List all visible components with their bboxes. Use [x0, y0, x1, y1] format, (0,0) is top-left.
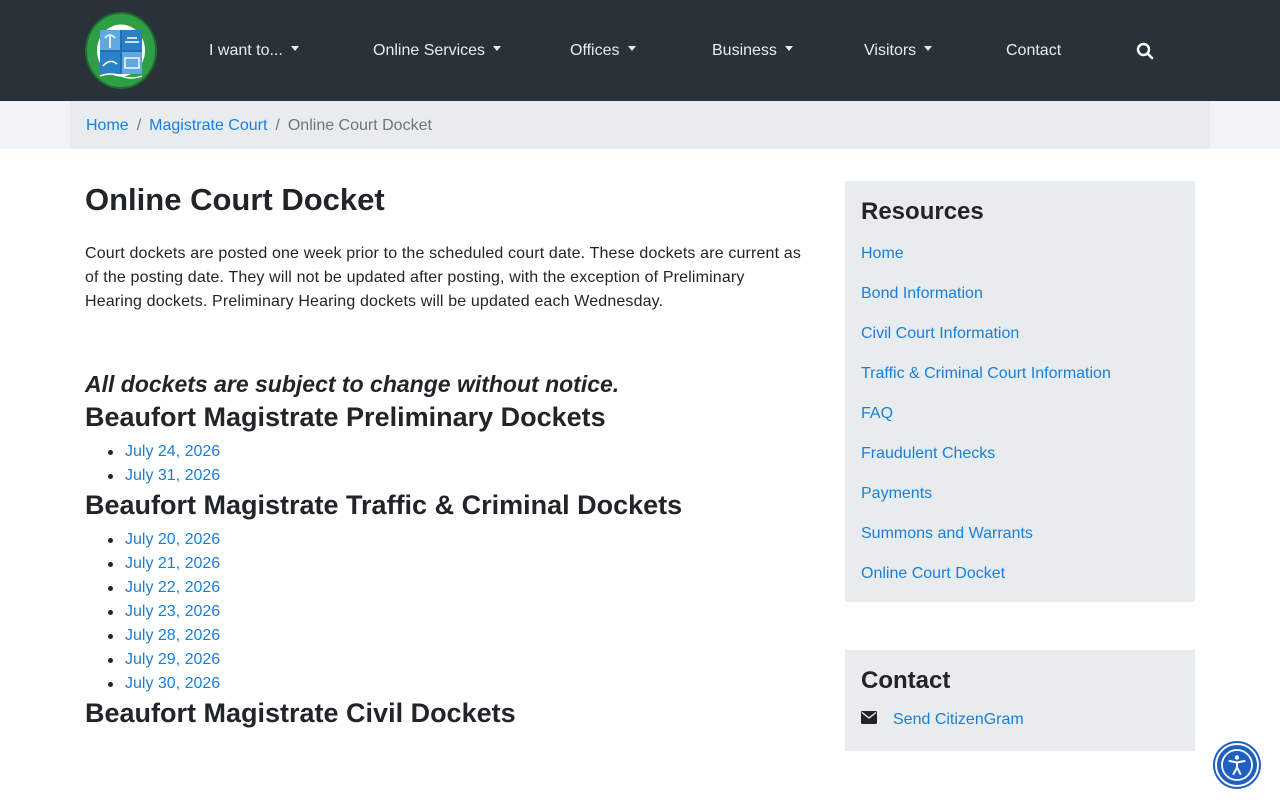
chevron-down-icon [784, 46, 793, 52]
docket-link[interactable]: July 20, 2026 [125, 531, 220, 548]
search-icon[interactable] [1136, 40, 1158, 62]
chevron-down-icon [290, 46, 299, 52]
send-citizengram-link[interactable]: Send CitizenGram [893, 708, 1024, 732]
contact-title: Contact [861, 667, 951, 694]
resource-link-summons-warrants[interactable]: Summons and Warrants [861, 514, 1179, 554]
nav-offices[interactable]: Offices [570, 40, 636, 62]
contact-row: Send CitizenGram [861, 708, 1179, 732]
breadcrumb-separator: / [136, 117, 142, 134]
chevron-down-icon [493, 46, 502, 52]
list-item: July 24, 2026 [85, 440, 805, 464]
section-heading-civil: Beaufort Magistrate Civil Dockets [85, 698, 516, 728]
docket-link[interactable]: July 22, 2026 [125, 579, 220, 596]
resource-link-payments[interactable]: Payments [861, 474, 1179, 514]
section-heading-preliminary: Beaufort Magistrate Preliminary Dockets [85, 402, 606, 432]
docket-link[interactable]: July 30, 2026 [125, 675, 220, 692]
preliminary-docket-list: July 24, 2026 July 31, 2026 [85, 440, 805, 488]
nav-i-want-to[interactable]: I want to... [209, 40, 299, 62]
traffic-criminal-docket-list: July 20, 2026 July 21, 2026 July 22, 202… [85, 528, 805, 696]
docket-link[interactable]: July 28, 2026 [125, 627, 220, 644]
resource-link-traffic-criminal[interactable]: Traffic & Criminal Court Information [861, 354, 1179, 394]
county-logo[interactable] [85, 12, 157, 89]
list-item: July 28, 2026 [85, 624, 805, 648]
resource-link-fraudulent-checks[interactable]: Fraudulent Checks [861, 434, 1179, 474]
breadcrumb-current: Online Court Docket [287, 117, 432, 134]
intro-paragraph: Court dockets are posted one week prior … [85, 245, 801, 310]
top-navbar: I want to... Online Services Offices Bus… [0, 0, 1280, 101]
resource-link-bond-information[interactable]: Bond Information [861, 274, 1179, 314]
list-item: July 29, 2026 [85, 648, 805, 672]
docket-link[interactable]: July 29, 2026 [125, 651, 220, 668]
resource-link-online-court-docket[interactable]: Online Court Docket [861, 554, 1179, 594]
resources-title: Resources [861, 198, 984, 225]
list-item: July 21, 2026 [85, 552, 805, 576]
nav-business[interactable]: Business [712, 40, 793, 62]
accessibility-icon [1221, 749, 1253, 781]
list-item: July 30, 2026 [85, 672, 805, 696]
resource-link-home[interactable]: Home [861, 234, 1179, 274]
resources-links: Home Bond Information Civil Court Inform… [861, 234, 1179, 594]
page-title: Online Court Docket [85, 182, 385, 217]
resources-card: Resources Home Bond Information Civil Co… [845, 181, 1195, 602]
main-content: Online Court Docket Court dockets are po… [85, 180, 805, 730]
section-heading-traffic-criminal: Beaufort Magistrate Traffic & Criminal D… [85, 490, 683, 520]
docket-link[interactable]: July 21, 2026 [125, 555, 220, 572]
accessibility-button[interactable] [1215, 743, 1259, 787]
envelope-icon [861, 711, 877, 729]
list-item: July 22, 2026 [85, 576, 805, 600]
list-item: July 31, 2026 [85, 464, 805, 488]
nav-contact[interactable]: Contact [1006, 40, 1061, 62]
breadcrumb-home-link[interactable]: Home [86, 117, 129, 134]
nav-online-services[interactable]: Online Services [373, 40, 502, 62]
resource-link-faq[interactable]: FAQ [861, 394, 1179, 434]
breadcrumb-magistrate-link[interactable]: Magistrate Court [149, 117, 267, 134]
list-item: July 23, 2026 [85, 600, 805, 624]
docket-link[interactable]: July 23, 2026 [125, 603, 220, 620]
breadcrumb: Home / Magistrate Court / Online Court Docke… [86, 116, 432, 136]
docket-link[interactable]: July 24, 2026 [125, 443, 220, 460]
docket-link[interactable]: July 31, 2026 [125, 467, 220, 484]
docket-notice: All dockets are subject to change withou… [85, 371, 620, 397]
contact-card: Contact Send CitizenGram [845, 650, 1195, 751]
chevron-down-icon [924, 46, 933, 52]
resource-link-civil-court[interactable]: Civil Court Information [861, 314, 1179, 354]
list-item: July 20, 2026 [85, 528, 805, 552]
chevron-down-icon [627, 46, 636, 52]
breadcrumb-separator: / [275, 117, 280, 134]
nav-visitors[interactable]: Visitors [864, 40, 933, 62]
